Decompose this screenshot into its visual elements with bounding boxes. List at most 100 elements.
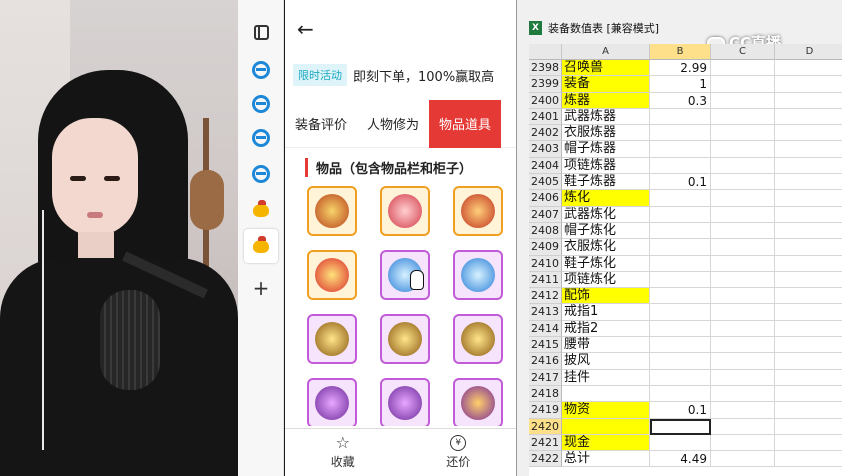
cell-d[interactable] (775, 370, 842, 386)
cell-d[interactable] (775, 60, 842, 77)
item-icon[interactable] (307, 378, 357, 426)
row-number[interactable]: 2419 (529, 402, 562, 419)
column-header-d[interactable]: D (775, 44, 842, 60)
cell-c[interactable] (711, 288, 775, 305)
cell-b[interactable] (650, 125, 711, 142)
row-number[interactable]: 2412 (529, 288, 562, 305)
row-number[interactable]: 2416 (529, 353, 562, 370)
cell-d[interactable] (775, 272, 842, 289)
browser-tab-icon-4[interactable] (249, 162, 273, 186)
cell-d[interactable] (775, 158, 842, 175)
cell-b[interactable] (650, 320, 711, 338)
cell-d[interactable] (775, 337, 842, 354)
item-icon[interactable] (453, 186, 503, 236)
cell-c[interactable] (711, 174, 775, 191)
back-arrow-icon[interactable]: ← (297, 17, 314, 41)
cell-d[interactable] (775, 239, 842, 256)
cell-a[interactable]: 戒指1 (562, 304, 650, 321)
cell-a[interactable]: 项链炼化 (562, 271, 650, 289)
cell-d[interactable] (775, 109, 842, 126)
cell-d[interactable] (775, 304, 842, 321)
browser-tab-icon-3[interactable] (249, 126, 273, 150)
tab-character-cultivation[interactable]: 人物修为 (357, 100, 429, 148)
cell-c[interactable] (711, 157, 775, 175)
cell-a[interactable]: 帽子炼器 (562, 141, 650, 158)
cell-d[interactable] (775, 419, 842, 435)
column-header-a[interactable]: A (562, 44, 650, 60)
cell-b[interactable] (650, 434, 711, 452)
cell-d[interactable] (775, 174, 842, 191)
browser-tab-icon-1[interactable] (249, 58, 273, 82)
row-number[interactable]: 2400 (529, 92, 562, 109)
cell-c[interactable] (711, 337, 775, 354)
cell-b[interactable]: 4.49 (650, 451, 711, 468)
collect-button[interactable]: ☆ 收藏 (285, 429, 401, 476)
browser-tab-icon-2[interactable] (249, 92, 273, 116)
cell-c[interactable] (711, 353, 775, 370)
cell-b[interactable] (650, 141, 711, 158)
row-number[interactable]: 2421 (529, 434, 562, 452)
cell-c[interactable] (711, 222, 775, 240)
cell-a[interactable]: 召唤兽 (562, 60, 650, 77)
cell-b[interactable]: 0.1 (650, 174, 711, 191)
cell-b[interactable] (650, 353, 711, 370)
cell-c[interactable] (711, 60, 775, 77)
row-number[interactable]: 2408 (529, 222, 562, 240)
cell-b[interactable] (650, 385, 711, 403)
cell-c[interactable] (711, 76, 775, 93)
item-icon[interactable] (380, 186, 430, 236)
cell-a[interactable]: 武器炼器 (562, 108, 650, 126)
cell-b[interactable] (650, 288, 711, 305)
cell-c[interactable] (711, 125, 775, 142)
game-tab-icon-active[interactable] (244, 229, 278, 263)
cell-a[interactable]: 炼化 (562, 190, 650, 207)
cell-a[interactable]: 总计 (562, 451, 650, 468)
cell-c[interactable] (711, 418, 775, 435)
cell-b[interactable] (650, 239, 711, 256)
item-icon[interactable] (307, 314, 357, 364)
cell-b[interactable]: 2.99 (650, 60, 711, 77)
cell-a[interactable]: 物资 (562, 402, 650, 419)
cell-d[interactable] (775, 451, 842, 468)
cell-c[interactable] (711, 206, 775, 223)
row-number[interactable]: 2413 (529, 304, 562, 321)
row-number[interactable]: 2399 (529, 76, 562, 93)
cell-d[interactable] (775, 288, 842, 305)
new-tab-plus-icon[interactable]: + (249, 276, 273, 300)
cell-d[interactable] (775, 435, 842, 452)
item-icon[interactable] (380, 378, 430, 426)
cell-a[interactable]: 腰带 (562, 337, 650, 354)
cell-d[interactable] (775, 353, 842, 370)
tab-equipment-rating[interactable]: 装备评价 (285, 100, 357, 148)
row-number[interactable]: 2403 (529, 141, 562, 158)
cell-c[interactable] (711, 190, 775, 207)
bargain-button[interactable]: ¥ 还价 (401, 429, 517, 476)
cell-a[interactable]: 现金 (562, 434, 650, 452)
cell-b[interactable] (650, 206, 711, 223)
cell-b[interactable] (650, 418, 711, 435)
cell-c[interactable] (711, 320, 775, 338)
cell-d[interactable] (775, 190, 842, 207)
game-tab-icon-1[interactable] (249, 198, 273, 222)
cell-b[interactable] (650, 304, 711, 321)
cell-b[interactable] (650, 337, 711, 354)
cell-c[interactable] (711, 369, 775, 386)
cell-b[interactable] (650, 255, 711, 272)
cell-a[interactable]: 配饰 (562, 288, 650, 305)
cell-d[interactable] (775, 93, 842, 109)
row-number[interactable]: 2418 (529, 385, 562, 403)
tabs-icon[interactable] (249, 20, 273, 44)
column-header-b[interactable]: B (650, 44, 711, 60)
row-number[interactable]: 2398 (529, 60, 562, 77)
row-number[interactable]: 2404 (529, 157, 562, 175)
cell-d[interactable] (775, 207, 842, 223)
cell-b[interactable]: 0.3 (650, 92, 711, 109)
item-icon[interactable] (453, 378, 503, 426)
cell-d[interactable] (775, 223, 842, 240)
cell-c[interactable] (711, 255, 775, 272)
cell-c[interactable] (711, 402, 775, 419)
select-all-corner[interactable] (529, 44, 562, 60)
cell-a[interactable]: 帽子炼化 (562, 222, 650, 240)
row-number[interactable]: 2409 (529, 239, 562, 256)
cell-a[interactable]: 项链炼器 (562, 157, 650, 175)
